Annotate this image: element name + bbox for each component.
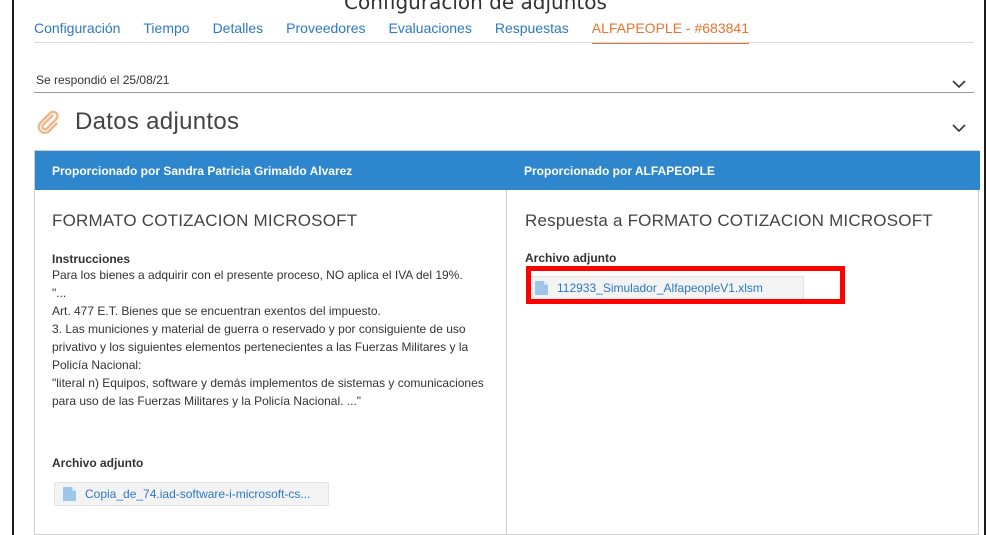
supplier-column-header: Proporcionado por ALFAPEOPLE: [507, 151, 980, 190]
response-divider: [34, 92, 974, 93]
buyer-column-header: Proporcionado por Sandra Patricia Grimal…: [35, 151, 507, 190]
tab-configuracion[interactable]: Configuración: [34, 20, 120, 44]
tab-tiempo[interactable]: Tiempo: [143, 20, 189, 44]
document-icon: [63, 487, 76, 501]
tab-supplier-response[interactable]: ALFAPEOPLE - #683841: [591, 20, 749, 44]
tab-bar: Configuración Tiempo Detalles Proveedore…: [34, 20, 772, 44]
buyer-document-title: FORMATO COTIZACION MICROSOFT: [52, 211, 358, 230]
instructions-text: Para los bienes a adquirir con el presen…: [52, 266, 497, 410]
tab-proveedores[interactable]: Proveedores: [286, 20, 365, 44]
instructions-line: 3. Las municiones y material de guerra o…: [52, 322, 469, 372]
instructions-line: Art. 477 E.T. Bienes que se encuentran e…: [52, 304, 381, 318]
cropped-page-heading: Configuración de adjuntos: [344, 0, 607, 14]
attachments-table: Proporcionado por Sandra Patricia Grimal…: [34, 150, 980, 535]
instructions-line: "literal n) Equipos, software y demás im…: [52, 376, 484, 408]
instructions-line: Para los bienes a adquirir con el presen…: [52, 268, 463, 282]
buyer-attachment-link[interactable]: Copia_de_74.iad-software-i-microsoft-cs.…: [54, 482, 329, 506]
instructions-label: Instrucciones: [52, 252, 131, 266]
chevron-down-icon[interactable]: [952, 76, 966, 94]
response-date-text: Se respondió el 25/08/21: [36, 73, 170, 87]
buyer-attachment-filename: Copia_de_74.iad-software-i-microsoft-cs.…: [85, 487, 311, 501]
buyer-column: FORMATO COTIZACION MICROSOFT Instruccion…: [35, 190, 507, 534]
supplier-attachment-label: Archivo adjunto: [525, 251, 617, 265]
tab-detalles[interactable]: Detalles: [213, 20, 264, 44]
supplier-attachment-link[interactable]: 112933_Simulador_AlfapeopleV1.xlsm: [526, 276, 804, 300]
buyer-attachment-label: Archivo adjunto: [52, 456, 144, 470]
tab-respuestas[interactable]: Respuestas: [495, 20, 569, 44]
document-icon: [535, 281, 548, 295]
supplier-column: Respuesta a FORMATO COTIZACION MICROSOFT…: [507, 190, 980, 534]
tab-evaluaciones[interactable]: Evaluaciones: [389, 20, 472, 44]
chevron-down-icon[interactable]: [952, 120, 966, 138]
attachments-section-title: Datos adjuntos: [75, 108, 240, 135]
supplier-attachment-filename: 112933_Simulador_AlfapeopleV1.xlsm: [557, 281, 763, 295]
rfq-response-panel: Configuración de adjuntos Configuración …: [12, 0, 986, 535]
paperclip-icon: [36, 110, 60, 134]
attachments-section-header[interactable]: Datos adjuntos: [36, 108, 974, 148]
supplier-document-title: Respuesta a FORMATO COTIZACION MICROSOFT: [525, 211, 933, 230]
instructions-line: "...: [52, 286, 67, 300]
tab-divider: [34, 42, 974, 43]
